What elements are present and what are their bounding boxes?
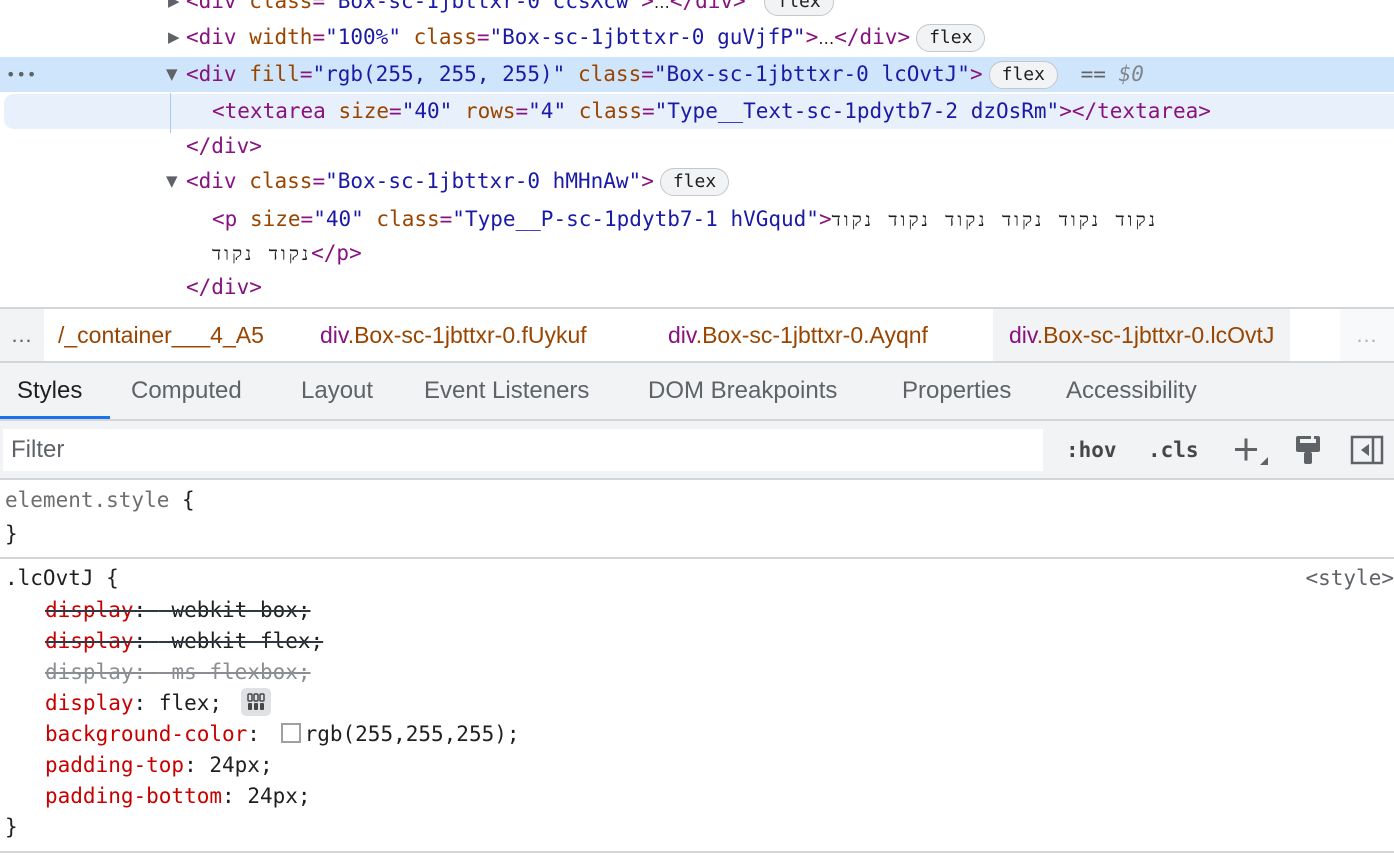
expand-triangle-icon[interactable]: ▶	[168, 20, 180, 55]
attr-name: class	[578, 99, 642, 123]
attr-value: "Type__P-sc-1pdytb7-1 hVGqud"	[452, 207, 819, 231]
flexbox-editor-icon[interactable]	[240, 688, 271, 716]
tag-open: <div	[186, 25, 237, 49]
attr-value: "Box-sc-1jbttxr-0 guVjfP"	[489, 25, 806, 49]
tag-close: </div>	[834, 25, 911, 49]
dom-node-row[interactable]: </div>	[0, 129, 1394, 164]
tag-open: <div	[186, 0, 237, 13]
attr-name: width	[249, 25, 313, 49]
css-declaration[interactable]: padding-top: 24px;	[0, 750, 1394, 781]
tag-close: </div>	[186, 134, 262, 158]
dom-node-row[interactable]: ▼ <div class="Box-sc-1jbttxr-0 hMHnAw"> f…	[0, 164, 1394, 199]
attr-value: "rgb(255, 255, 255)"	[312, 62, 566, 86]
attr-value: "Box-sc-1jbttxr-0 lcOvtJ"	[653, 62, 970, 86]
elements-dom-tree[interactable]: ▶ <div class="Box-sc-1jbttxr-0 ccsXcw">……	[0, 0, 1394, 307]
attr-name: class	[413, 25, 477, 49]
attr-name: size	[338, 99, 390, 123]
css-declaration[interactable]: background-color: rgb(255,255,255);	[0, 719, 1394, 750]
collapse-triangle-icon[interactable]: ▼	[166, 164, 178, 199]
attr-value: "40"	[313, 207, 364, 231]
expand-triangle-icon[interactable]: ▶	[168, 0, 180, 19]
dom-node-row[interactable]: ▶ <div class="Box-sc-1jbttxr-0 ccsXcw">……	[0, 0, 1394, 19]
breadcrumb-item[interactable]: /_container___4_A5	[58, 309, 264, 361]
tag-open: <div	[186, 62, 237, 86]
breadcrumb-scroll-left[interactable]: …	[0, 309, 44, 361]
color-swatch[interactable]	[280, 723, 301, 743]
flex-badge[interactable]: flex	[659, 168, 730, 196]
collapsed-ellipsis[interactable]: …	[818, 29, 834, 48]
rule-divider	[0, 557, 1394, 559]
flex-badge[interactable]: flex	[988, 61, 1058, 89]
breadcrumb-item[interactable]: div.Box-sc-1jbttxr-0.Ayqnf	[668, 309, 928, 361]
tag-close: </div>	[669, 0, 746, 13]
attr-name: rows	[464, 99, 516, 123]
text-node: נקוד נקוד	[212, 243, 312, 265]
breadcrumb-item-active[interactable]: div.Box-sc-1jbttxr-0.lcOvtJ	[993, 309, 1291, 361]
tab-event-listeners[interactable]: Event Listeners	[424, 363, 589, 419]
attr-value: "100%"	[325, 25, 401, 49]
nesting-guide-line	[170, 93, 171, 133]
tab-dom-breakpoints[interactable]: DOM Breakpoints	[648, 363, 837, 419]
css-declaration[interactable]: display: flex;	[0, 688, 1394, 719]
attr-value: "4"	[528, 99, 567, 123]
text-node: נקוד נקוד נקוד נקוד נקוד נקוד	[831, 209, 1158, 231]
dom-node-row[interactable]: <textarea size="40" rows="4" class="Type…	[4, 94, 1394, 129]
dom-node-row[interactable]: <p size="40" class="Type__P-sc-1pdytb7-1…	[0, 202, 1394, 237]
breadcrumb-scroll-right[interactable]: …	[1340, 309, 1394, 361]
tag-open: <textarea	[212, 99, 326, 123]
filter-input[interactable]	[3, 429, 1043, 471]
attr-name: class	[249, 0, 313, 13]
row-menu-icon[interactable]: •••	[6, 57, 37, 92]
collapse-triangle-icon[interactable]: ▼	[166, 57, 178, 92]
selected-element-ref: == $0	[1080, 62, 1144, 86]
attr-value: "Box-sc-1jbttxr-0 hMHnAw"	[325, 169, 642, 193]
tag-open: <div	[186, 169, 237, 193]
attr-value: "40"	[401, 99, 453, 123]
dom-node-row[interactable]: ▶ <div width="100%" class="Box-sc-1jbttx…	[0, 20, 1394, 55]
attr-name: class	[249, 169, 313, 193]
tab-layout[interactable]: Layout	[301, 363, 373, 419]
styles-pane: element.style { } .lcOvtJ { <style> disp…	[0, 480, 1394, 860]
breadcrumb: … /_container___4_A5 div.Box-sc-1jbttxr-…	[0, 307, 1394, 363]
rule-selector: element.style	[5, 488, 170, 512]
attr-value: "Type__Text-sc-1pdytb7-2 dzOsRm"	[654, 99, 1060, 123]
active-tab-indicator	[0, 416, 110, 419]
attr-name: class	[376, 207, 440, 231]
dom-node-row[interactable]: נקוד נקוד</p>	[0, 236, 1394, 271]
dom-node-row-selected[interactable]: ••• ▼ <div fill="rgb(255, 255, 255)" cla…	[0, 57, 1394, 92]
flex-badge[interactable]: flex	[916, 24, 986, 52]
tab-computed[interactable]: Computed	[131, 363, 242, 419]
paint-brush-icon[interactable]	[1290, 429, 1326, 471]
tag-close: </p>	[311, 241, 362, 265]
element-style-rule[interactable]: element.style { }	[0, 483, 1394, 551]
rule-selector[interactable]: .lcOvtJ	[5, 566, 94, 590]
tab-styles[interactable]: Styles	[17, 363, 82, 419]
css-declaration[interactable]: padding-bottom: 24px;	[0, 781, 1394, 812]
tag-close: </div>	[186, 275, 262, 299]
dom-node-row[interactable]: </div>	[0, 270, 1394, 305]
attr-name: class	[578, 62, 642, 86]
plus-icon[interactable]	[1232, 429, 1272, 471]
cls-toggle-button[interactable]: .cls	[1148, 429, 1199, 471]
css-declaration-overridden[interactable]: display: -webkit-box;	[0, 595, 1394, 626]
flex-badge[interactable]: flex	[764, 0, 834, 16]
tab-accessibility[interactable]: Accessibility	[1066, 363, 1197, 419]
tag-open: <p	[212, 207, 238, 231]
attr-name: fill	[249, 62, 300, 86]
css-declaration-invalid[interactable]: display: -ms-flexbox;	[0, 657, 1394, 688]
tab-properties[interactable]: Properties	[902, 363, 1011, 419]
styles-toolbar: :hov .cls	[0, 421, 1394, 480]
css-declaration-overridden[interactable]: display: -webkit-flex;	[0, 626, 1394, 657]
collapsed-ellipsis[interactable]: …	[654, 0, 670, 12]
breadcrumb-item[interactable]: div.Box-sc-1jbttxr-0.fUykuf	[320, 309, 587, 361]
sidebar-tabs: Styles Computed Layout Event Listeners D…	[0, 363, 1394, 421]
css-rule[interactable]: .lcOvtJ { <style> display: -webkit-box; …	[0, 561, 1394, 843]
tag-close: </textarea>	[1071, 99, 1211, 123]
rule-divider	[0, 851, 1394, 853]
attr-name: size	[249, 207, 301, 231]
attr-value: "Box-sc-1jbttxr-0 ccsXcw"	[325, 0, 642, 13]
rule-source-link[interactable]: <style>	[1305, 561, 1394, 595]
hov-toggle-button[interactable]: :hov	[1066, 429, 1117, 471]
toggle-sidebar-icon[interactable]	[1348, 429, 1386, 471]
